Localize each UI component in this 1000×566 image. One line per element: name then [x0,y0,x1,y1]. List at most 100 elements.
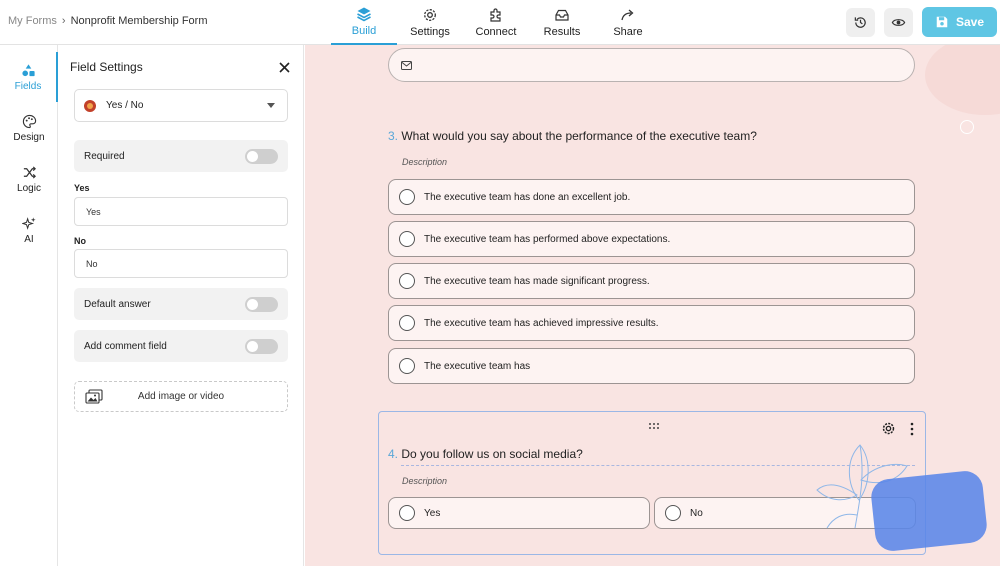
decorative-blob [925,45,1000,115]
required-toggle[interactable] [245,149,278,164]
required-row: Required [74,140,288,172]
history-button[interactable] [846,8,875,37]
tab-connect-label: Connect [475,26,517,38]
caret-down-icon [267,103,275,108]
save-label: Save [955,15,985,29]
floppy-disk-icon [936,16,948,28]
preview-button[interactable] [884,8,913,37]
tab-connect[interactable]: Connect [463,0,529,45]
radio-button[interactable] [399,358,415,374]
rail-item-label: AI [24,233,34,245]
left-rail: Fields Design Logic AI [0,45,58,566]
tab-share-label: Share [613,26,643,38]
no-text-field[interactable]: No [74,249,288,278]
field-type-value: Yes / No [106,100,144,111]
question-number: 4. [388,447,399,461]
tab-settings-label: Settings [410,26,450,38]
radio-button[interactable] [665,505,681,521]
tab-build[interactable]: Build [331,0,397,45]
drag-handle-icon[interactable] [648,422,660,430]
rail-item-label: Logic [17,182,41,194]
tab-results[interactable]: Results [529,0,595,45]
decorative-circle [960,120,974,134]
panel-title: Field Settings [70,60,143,74]
breadcrumb-separator: › [61,15,66,27]
option-label: The executive team has done an excellent… [424,191,631,203]
option-label: No [690,507,703,519]
yes-label: Yes [74,183,90,193]
question-text: What would you say about the performance… [401,129,757,143]
required-label: Required [84,150,125,162]
tab-results-label: Results [543,26,581,38]
question-text: Do you follow us on social media? [401,447,583,461]
option-label: The executive team has [424,360,531,372]
radio-button[interactable] [399,231,415,247]
q3-option-2[interactable]: The executive team has performed above e… [388,221,915,257]
form-canvas: 3. What would you say about the performa… [305,45,1000,566]
inbox-icon [555,9,569,21]
main-nav: Build Settings Connect Results Share [331,0,661,45]
email-field[interactable] [388,48,915,82]
save-button[interactable]: Save [922,7,997,37]
rail-item-label: Design [13,131,45,143]
gear-icon [424,9,436,21]
eye-icon [891,19,906,26]
field-type-select[interactable]: Yes / No [74,89,288,122]
envelope-icon [401,61,412,70]
gear-icon[interactable] [881,421,896,436]
tab-settings[interactable]: Settings [397,0,463,45]
breadcrumb-form-name: Nonprofit Membership Form [70,15,208,27]
image-gallery-icon [85,389,103,404]
option-label: The executive team has performed above e… [424,233,671,245]
question-3-description: Description [402,157,448,167]
default-answer-label: Default answer [84,298,151,310]
yes-text-field[interactable]: Yes [74,197,288,226]
radio-button[interactable] [399,315,415,331]
yes-no-type-icon [84,99,96,112]
default-answer-row: Default answer [74,288,288,320]
top-bar: My Forms › Nonprofit Membership Form Bui… [0,0,1000,45]
close-icon[interactable] [278,61,291,74]
tab-share[interactable]: Share [595,0,661,45]
option-label: Yes [424,507,441,519]
sparkles-icon [21,216,36,230]
rail-item-label: Fields [14,80,42,92]
shapes-icon [21,63,35,76]
default-answer-toggle[interactable] [245,297,278,312]
radio-button[interactable] [399,189,415,205]
puzzle-icon [490,8,501,22]
q4-option-yes[interactable]: Yes [388,497,650,529]
question-4-title[interactable]: 4. Do you follow us on social media? [388,447,583,461]
question-3-title: 3. What would you say about the performa… [388,129,757,143]
q3-option-1[interactable]: The executive team has done an excellent… [388,179,915,215]
rail-item-logic[interactable]: Logic [0,154,58,204]
share-arrow-icon [621,9,634,21]
q3-option-3[interactable]: The executive team has made significant … [388,263,915,299]
field-settings-panel: Field Settings Yes / No Required Yes Yes… [58,45,304,566]
decorative-blue-shape [869,469,989,553]
question-4-description[interactable]: Description [402,476,447,486]
radio-button[interactable] [399,273,415,289]
add-media-label: Add image or video [137,391,225,402]
shuffle-icon [23,165,36,179]
more-vertical-icon[interactable] [909,422,915,436]
breadcrumb: My Forms › Nonprofit Membership Form [8,15,208,27]
radio-button[interactable] [399,505,415,521]
rail-item-design[interactable]: Design [0,103,58,153]
comment-field-row: Add comment field [74,330,288,362]
tab-build-label: Build [351,25,377,37]
question-number: 3. [388,129,399,143]
layers-icon [357,7,371,22]
add-media-button[interactable]: Add image or video [74,381,288,412]
option-label: The executive team has made significant … [424,275,650,287]
rail-item-fields[interactable]: Fields [0,52,58,102]
q3-option-4[interactable]: The executive team has achieved impressi… [388,305,915,341]
breadcrumb-my-forms[interactable]: My Forms [8,15,57,27]
comment-field-label: Add comment field [84,340,167,352]
palette-icon [22,114,36,128]
q3-option-5[interactable]: The executive team has [388,348,915,384]
comment-field-toggle[interactable] [245,339,278,354]
option-label: The executive team has achieved impressi… [424,317,659,329]
rail-item-ai[interactable]: AI [0,205,58,255]
no-label: No [74,236,86,246]
